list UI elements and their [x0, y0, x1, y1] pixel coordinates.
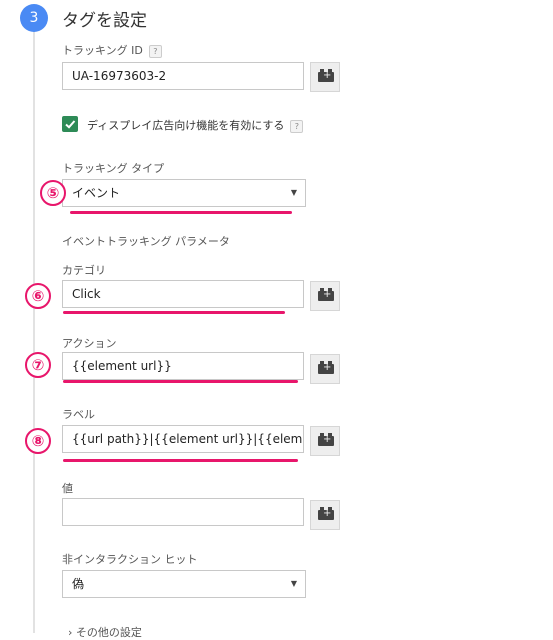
variable-picker-icon: +: [318, 361, 334, 374]
tracking-type-label: トラッキング タイプ: [62, 162, 165, 175]
value-input[interactable]: [62, 498, 304, 526]
value-variable-button[interactable]: +: [310, 500, 340, 530]
annotation-badge-7: ⑦: [25, 352, 51, 378]
variable-picker-icon: +: [318, 507, 334, 520]
label-field-label: ラベル: [62, 408, 95, 421]
tracking-type-select[interactable]: イベント ▼: [62, 179, 306, 207]
annotation-underline-7: [63, 380, 298, 383]
help-icon[interactable]: ?: [148, 44, 162, 58]
annotation-underline-6: [63, 311, 285, 314]
label-input[interactable]: {{url path}}|{{element url}}|{{element t…: [62, 425, 304, 453]
step-rail: [33, 30, 35, 633]
tracking-id-label-text: トラッキング ID: [62, 44, 143, 57]
annotation-underline-5: [70, 211, 292, 214]
tracking-id-label: トラッキング ID?: [62, 42, 162, 58]
variable-picker-icon: +: [318, 69, 334, 82]
category-variable-button[interactable]: +: [310, 281, 340, 311]
step-number-badge: 3: [20, 4, 48, 32]
annotation-badge-8: ⑧: [25, 428, 51, 454]
tracking-type-value: イベント: [72, 186, 121, 200]
variable-picker-icon: +: [318, 433, 334, 446]
non-interaction-value: 偽: [72, 577, 85, 591]
annotation-badge-6: ⑥: [25, 283, 51, 309]
display-features-label: ディスプレイ広告向け機能を有効にする?: [87, 117, 304, 133]
dropdown-arrow-icon: ▼: [290, 188, 297, 197]
action-variable-button[interactable]: +: [310, 354, 340, 384]
label-variable-button[interactable]: +: [310, 426, 340, 456]
annotation-badge-5: ⑤: [40, 180, 66, 206]
step-title: タグを設定: [62, 11, 147, 31]
help-icon[interactable]: ?: [290, 119, 304, 133]
action-label: アクション: [62, 337, 117, 350]
check-icon: [65, 120, 76, 129]
non-interaction-select[interactable]: 偽 ▼: [62, 570, 306, 598]
tracking-id-input[interactable]: UA-16973603-2: [62, 62, 304, 90]
dropdown-arrow-icon: ▼: [290, 579, 297, 588]
tracking-id-variable-button[interactable]: +: [310, 62, 340, 92]
display-features-checkbox[interactable]: [62, 116, 78, 132]
variable-picker-icon: +: [318, 288, 334, 301]
event-params-heading: イベントトラッキング パラメータ: [62, 235, 230, 248]
category-label: カテゴリ: [62, 264, 106, 277]
action-input[interactable]: {{element url}}: [62, 352, 304, 380]
more-settings-toggle[interactable]: › その他の設定: [68, 624, 142, 640]
value-label: 値: [62, 482, 73, 495]
non-interaction-label: 非インタラクション ヒット: [62, 553, 198, 566]
annotation-underline-8: [63, 459, 298, 462]
category-input[interactable]: Click: [62, 280, 304, 308]
display-features-label-text: ディスプレイ広告向け機能を有効にする: [87, 119, 285, 132]
